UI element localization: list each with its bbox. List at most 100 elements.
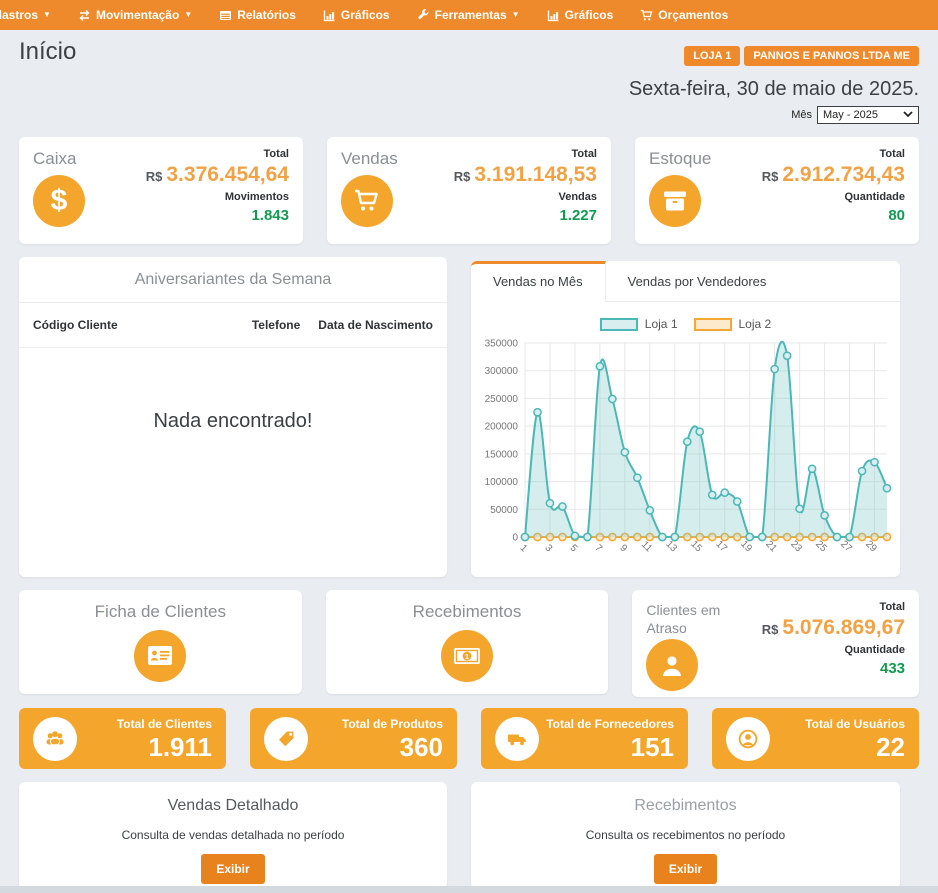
total-label: Total de Clientes <box>117 717 212 731</box>
recebimentos-card[interactable]: Recebimentos 1 <box>326 590 609 694</box>
birthdays-panel-title: Aniversariantes da Semana <box>19 257 447 303</box>
count-label: Vendas <box>454 191 597 203</box>
chart-legend: Loja 1 Loja 2 <box>471 317 900 331</box>
birthdays-panel: Aniversariantes da Semana Código Cliente… <box>19 257 447 577</box>
vendas-detalhado-panel: Vendas Detalhado Consulta de vendas deta… <box>19 782 447 889</box>
ficha-de-clientes-card[interactable]: Ficha de Clientes <box>19 590 302 694</box>
currency-symbol: R$ <box>454 169 471 184</box>
clientes-em-atraso-card: Clientes em Atraso Total R$5.076.869,67 … <box>632 590 919 697</box>
chevron-down-icon: ▼ <box>43 11 51 19</box>
store-badge[interactable]: LOJA 1 <box>684 46 740 66</box>
currency-symbol: R$ <box>146 169 163 184</box>
svg-text:1: 1 <box>465 652 469 661</box>
svg-text:150000: 150000 <box>485 449 519 460</box>
nav-item-label: Movimentação <box>96 8 179 22</box>
company-badge[interactable]: PANNOS E PANNOS LTDA ME <box>744 46 919 66</box>
user-circle-icon <box>726 717 770 761</box>
wrench-icon <box>417 9 430 22</box>
top-navbar: adastros ▼ Movimentação ▼ Relatórios Grá… <box>0 0 938 30</box>
svg-text:27: 27 <box>838 539 854 555</box>
svg-text:21: 21 <box>763 539 779 555</box>
count-value: 1.843 <box>146 207 289 224</box>
shopping-cart-icon <box>640 9 653 22</box>
person-icon <box>646 639 698 691</box>
card-title: Recebimentos <box>338 602 597 622</box>
store-badges: LOJA 1 PANNOS E PANNOS LTDA ME <box>684 46 919 66</box>
total-usuarios-card: Total de Usuários 22 <box>712 708 919 769</box>
vendas-card: Vendas Total R$3.191.148,53 Vendas 1.227 <box>327 137 611 244</box>
nav-item-label: Gráficos <box>341 8 390 22</box>
total-label: Total <box>146 148 289 160</box>
nav-item-graficos-2[interactable]: Gráficos <box>547 8 614 22</box>
total-label: Total <box>762 148 905 160</box>
empty-message: Nada encontrado! <box>19 410 447 433</box>
nav-item-relatorios[interactable]: Relatórios <box>219 8 296 22</box>
count-value: 1.227 <box>454 207 597 224</box>
column-header-codigo-cliente: Código Cliente <box>33 318 252 332</box>
svg-text:100000: 100000 <box>485 477 519 488</box>
nav-item-cadastros[interactable]: adastros ▼ <box>0 8 51 22</box>
panel-description: Consulta de vendas detalhada no período <box>19 828 447 842</box>
truck-icon <box>495 717 539 761</box>
chevron-down-icon: ▼ <box>184 11 192 19</box>
nav-item-label: adastros <box>0 8 38 22</box>
currency-symbol: R$ <box>762 169 779 184</box>
svg-text:29: 29 <box>863 539 879 555</box>
nav-item-movimentacao[interactable]: Movimentação ▼ <box>78 8 192 22</box>
caixa-card: Caixa $ Total R$3.376.454,64 Movimentos … <box>19 137 303 244</box>
count-label: Quantidade <box>762 644 905 656</box>
chart-tabs: Vendas no Mês Vendas por Vendedores <box>471 261 900 302</box>
svg-text:3: 3 <box>542 543 554 555</box>
svg-text:25: 25 <box>813 539 829 555</box>
panel-description: Consulta os recebimentos no período <box>471 828 900 842</box>
currency-symbol: R$ <box>762 622 779 637</box>
total-value: 1.911 <box>117 734 212 760</box>
svg-text:17: 17 <box>713 539 729 555</box>
nav-item-label: Ferramentas <box>435 8 507 22</box>
total-value: 3.191.148,53 <box>474 163 597 186</box>
bar-chart-icon <box>547 9 560 22</box>
month-select[interactable]: May - 2025 <box>817 106 919 124</box>
current-date: Sexta-feira, 30 de maio de 2025. <box>19 78 919 101</box>
legend-label: Loja 1 <box>645 317 678 331</box>
legend-item-loja-2[interactable]: Loja 2 <box>694 317 772 331</box>
total-label: Total de Fornecedores <box>546 717 674 731</box>
estoque-card: Estoque Total R$2.912.734,43 Quantidade … <box>635 137 919 244</box>
svg-text:15: 15 <box>688 539 704 555</box>
svg-text:1: 1 <box>518 543 530 555</box>
total-produtos-card: Total de Produtos 360 <box>250 708 457 769</box>
total-value: 22 <box>805 734 905 760</box>
svg-text:9: 9 <box>617 543 629 555</box>
legend-item-loja-1[interactable]: Loja 1 <box>600 317 678 331</box>
month-select-value: May - 2025 <box>823 109 878 121</box>
svg-text:300000: 300000 <box>485 366 519 377</box>
tab-vendas-no-mes[interactable]: Vendas no Mês <box>471 261 606 302</box>
bar-chart-icon <box>323 9 336 22</box>
chevron-down-icon: ▼ <box>512 11 520 19</box>
shopping-cart-icon <box>341 175 393 227</box>
report-table-icon <box>219 9 232 22</box>
users-group-icon <box>33 717 77 761</box>
tag-icon <box>264 717 308 761</box>
total-value: 5.076.869,67 <box>782 616 905 639</box>
total-label: Total <box>762 601 905 613</box>
tab-vendas-por-vendedores[interactable]: Vendas por Vendedores <box>606 261 789 301</box>
total-clientes-card: Total de Clientes 1.911 <box>19 708 226 769</box>
nav-item-graficos[interactable]: Gráficos <box>323 8 390 22</box>
sales-chart-panel: Vendas no Mês Vendas por Vendedores Loja… <box>471 261 900 577</box>
count-label: Movimentos <box>146 191 289 203</box>
svg-text:250000: 250000 <box>485 394 519 405</box>
svg-text:50000: 50000 <box>490 505 518 516</box>
column-header-data-nascimento: Data de Nascimento <box>318 318 433 332</box>
nav-item-ferramentas[interactable]: Ferramentas ▼ <box>417 8 520 22</box>
exibir-vendas-button[interactable]: Exibir <box>201 854 264 884</box>
total-value: 151 <box>546 734 674 760</box>
total-label: Total <box>454 148 597 160</box>
nav-item-orcamentos[interactable]: Orçamentos <box>640 8 728 22</box>
exchange-arrows-icon <box>78 9 91 22</box>
card-title: Clientes em Atraso <box>646 602 736 637</box>
svg-text:0: 0 <box>512 533 518 544</box>
svg-text:23: 23 <box>788 539 804 555</box>
total-label: Total de Usuários <box>805 717 905 731</box>
exibir-recebimentos-button[interactable]: Exibir <box>654 854 717 884</box>
